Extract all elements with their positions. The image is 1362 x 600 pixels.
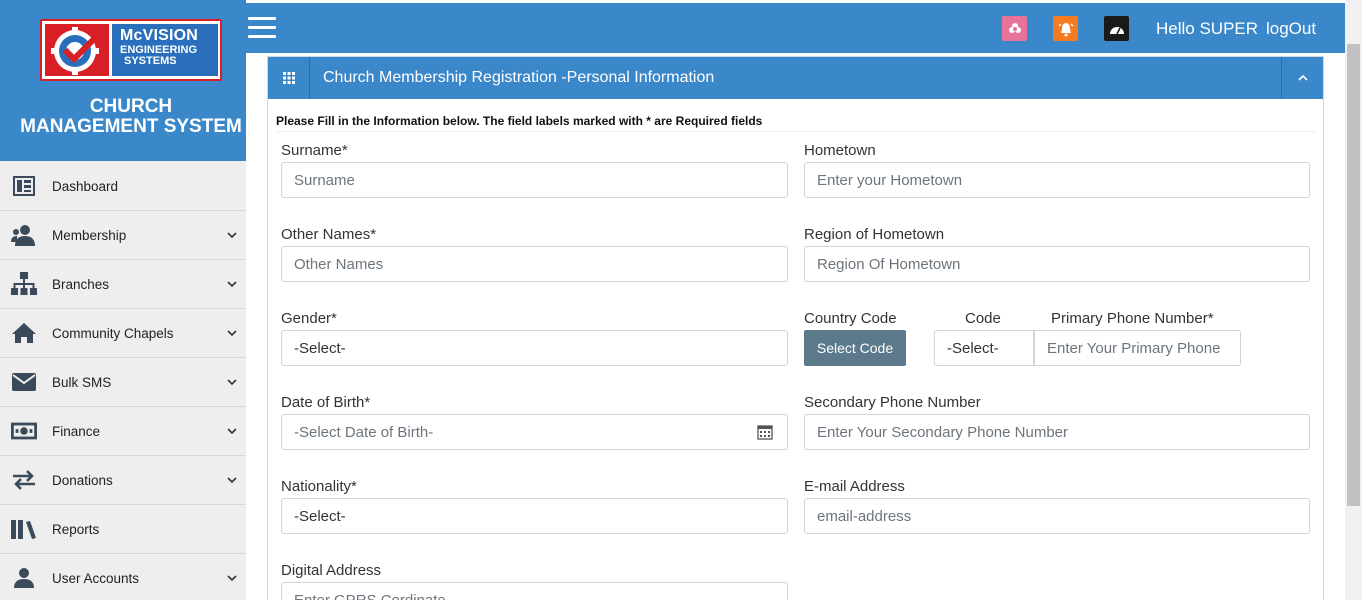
country-code-label: Country Code [804, 310, 897, 327]
sidebar-item-label: Donations [52, 472, 113, 488]
sidebar-item-label: Bulk SMS [52, 374, 112, 390]
speedometer-icon[interactable] [1104, 16, 1129, 41]
bell-alarm-icon[interactable] [1053, 16, 1078, 41]
books-icon [11, 516, 37, 542]
code-selected-value: -Select- [947, 340, 999, 357]
sidebar-item-user-accounts[interactable]: User Accounts [0, 554, 246, 600]
sidebar-item-donations[interactable]: Donations [0, 456, 246, 505]
code-select[interactable]: -Select- [934, 330, 1034, 366]
date-of-birth-input[interactable] [281, 414, 788, 450]
secondary-phone-label: Secondary Phone Number [804, 394, 981, 411]
sidebar: McVISION ENGINEERING SYSTEMS CHURCH MANA… [0, 0, 246, 600]
app-title-line1: CHURCH [89, 96, 173, 117]
logo-line1: McVISION [120, 27, 199, 44]
brand-header: McVISION ENGINEERING SYSTEMS CHURCH MANA… [0, 0, 246, 161]
collapse-panel-button[interactable] [1281, 57, 1323, 99]
gender-selected-value: -Select- [294, 340, 346, 357]
chevron-down-icon [227, 477, 237, 484]
logout-link[interactable]: logOut [1266, 19, 1316, 39]
logo-line3: SYSTEMS [124, 55, 177, 67]
chevron-down-icon [227, 330, 237, 337]
sidebar-item-label: Membership [52, 227, 127, 243]
primary-phone-input[interactable] [1034, 330, 1241, 366]
sidebar-item-label: Branches [52, 276, 110, 292]
flower-icon[interactable] [1002, 16, 1027, 41]
chevron-down-icon [227, 428, 237, 435]
sidebar-item-finance[interactable]: Finance [0, 407, 246, 456]
email-label: E-mail Address [804, 478, 905, 495]
email-input[interactable] [804, 498, 1310, 534]
other-names-label: Other Names* [281, 226, 377, 243]
sidebar-item-branches[interactable]: Branches [0, 260, 246, 309]
top-navbar: Hello SUPER logOut [234, 3, 1362, 53]
gender-label: Gender* [281, 310, 337, 327]
chevron-down-icon [227, 575, 237, 582]
exchange-icon [11, 467, 37, 493]
user-icon [11, 565, 37, 591]
sidebar-nav: Dashboard Membership Branches Community … [0, 162, 246, 600]
chevron-up-icon [1297, 74, 1308, 81]
chevron-down-icon [227, 281, 237, 288]
chevron-down-icon [227, 232, 237, 239]
hometown-input[interactable] [804, 162, 1310, 198]
digital-address-label: Digital Address [281, 562, 382, 579]
secondary-phone-input[interactable] [804, 414, 1310, 450]
page-scrollbar-thumb[interactable] [1347, 44, 1360, 506]
sidebar-item-community-chapels[interactable]: Community Chapels [0, 309, 246, 358]
surname-input[interactable] [281, 162, 788, 198]
company-logo: McVISION ENGINEERING SYSTEMS [40, 19, 222, 81]
panel-title: Church Membership Registration -Personal… [323, 69, 715, 86]
region-input[interactable] [804, 246, 1310, 282]
chevron-down-icon [227, 379, 237, 386]
sidebar-item-label: Community Chapels [52, 325, 174, 341]
sidebar-item-label: Reports [52, 521, 100, 537]
digital-address-input[interactable] [281, 582, 788, 600]
money-icon [11, 418, 37, 444]
dashboard-icon [11, 173, 37, 199]
members-icon [11, 222, 37, 248]
surname-label: Surname* [281, 142, 348, 159]
envelope-icon [11, 369, 37, 395]
grid-icon [268, 57, 310, 99]
nationality-select[interactable]: -Select- [281, 498, 788, 534]
sidebar-item-label: User Accounts [52, 570, 140, 586]
select-code-button[interactable]: Select Code [804, 330, 906, 366]
app-title: CHURCH MANAGEMENT SYSTEM [0, 97, 262, 137]
sidebar-item-membership[interactable]: Membership [0, 211, 246, 260]
other-names-input[interactable] [281, 246, 788, 282]
panel-header: Church Membership Registration -Personal… [268, 57, 1323, 99]
region-label: Region of Hometown [804, 226, 945, 243]
required-fields-note: Please Fill in the Information below. Th… [276, 114, 763, 128]
sidebar-item-label: Dashboard [52, 178, 119, 194]
nationality-label: Nationality* [281, 478, 357, 495]
app-title-line2: MANAGEMENT SYSTEM [20, 116, 242, 137]
sidebar-item-bulk-sms[interactable]: Bulk SMS [0, 358, 246, 407]
sidebar-item-dashboard[interactable]: Dashboard [0, 162, 246, 211]
sidebar-item-label: Finance [52, 423, 101, 439]
dob-label: Date of Birth* [281, 394, 371, 411]
logo-text: McVISION ENGINEERING SYSTEMS [112, 24, 218, 76]
gender-select[interactable]: -Select- [281, 330, 788, 366]
home-icon [11, 320, 37, 346]
user-greeting: Hello SUPER [1156, 19, 1259, 38]
divider [276, 131, 1316, 132]
nationality-selected-value: -Select- [294, 508, 346, 525]
gear-check-icon [45, 24, 109, 76]
hometown-label: Hometown [804, 142, 876, 159]
menu-toggle-icon[interactable] [248, 17, 276, 39]
sidebar-item-reports[interactable]: Reports [0, 505, 246, 554]
calendar-icon[interactable] [757, 424, 773, 440]
sitemap-icon [11, 271, 37, 297]
code-label: Code [965, 310, 1001, 327]
primary-phone-label: Primary Phone Number* [1051, 310, 1214, 327]
